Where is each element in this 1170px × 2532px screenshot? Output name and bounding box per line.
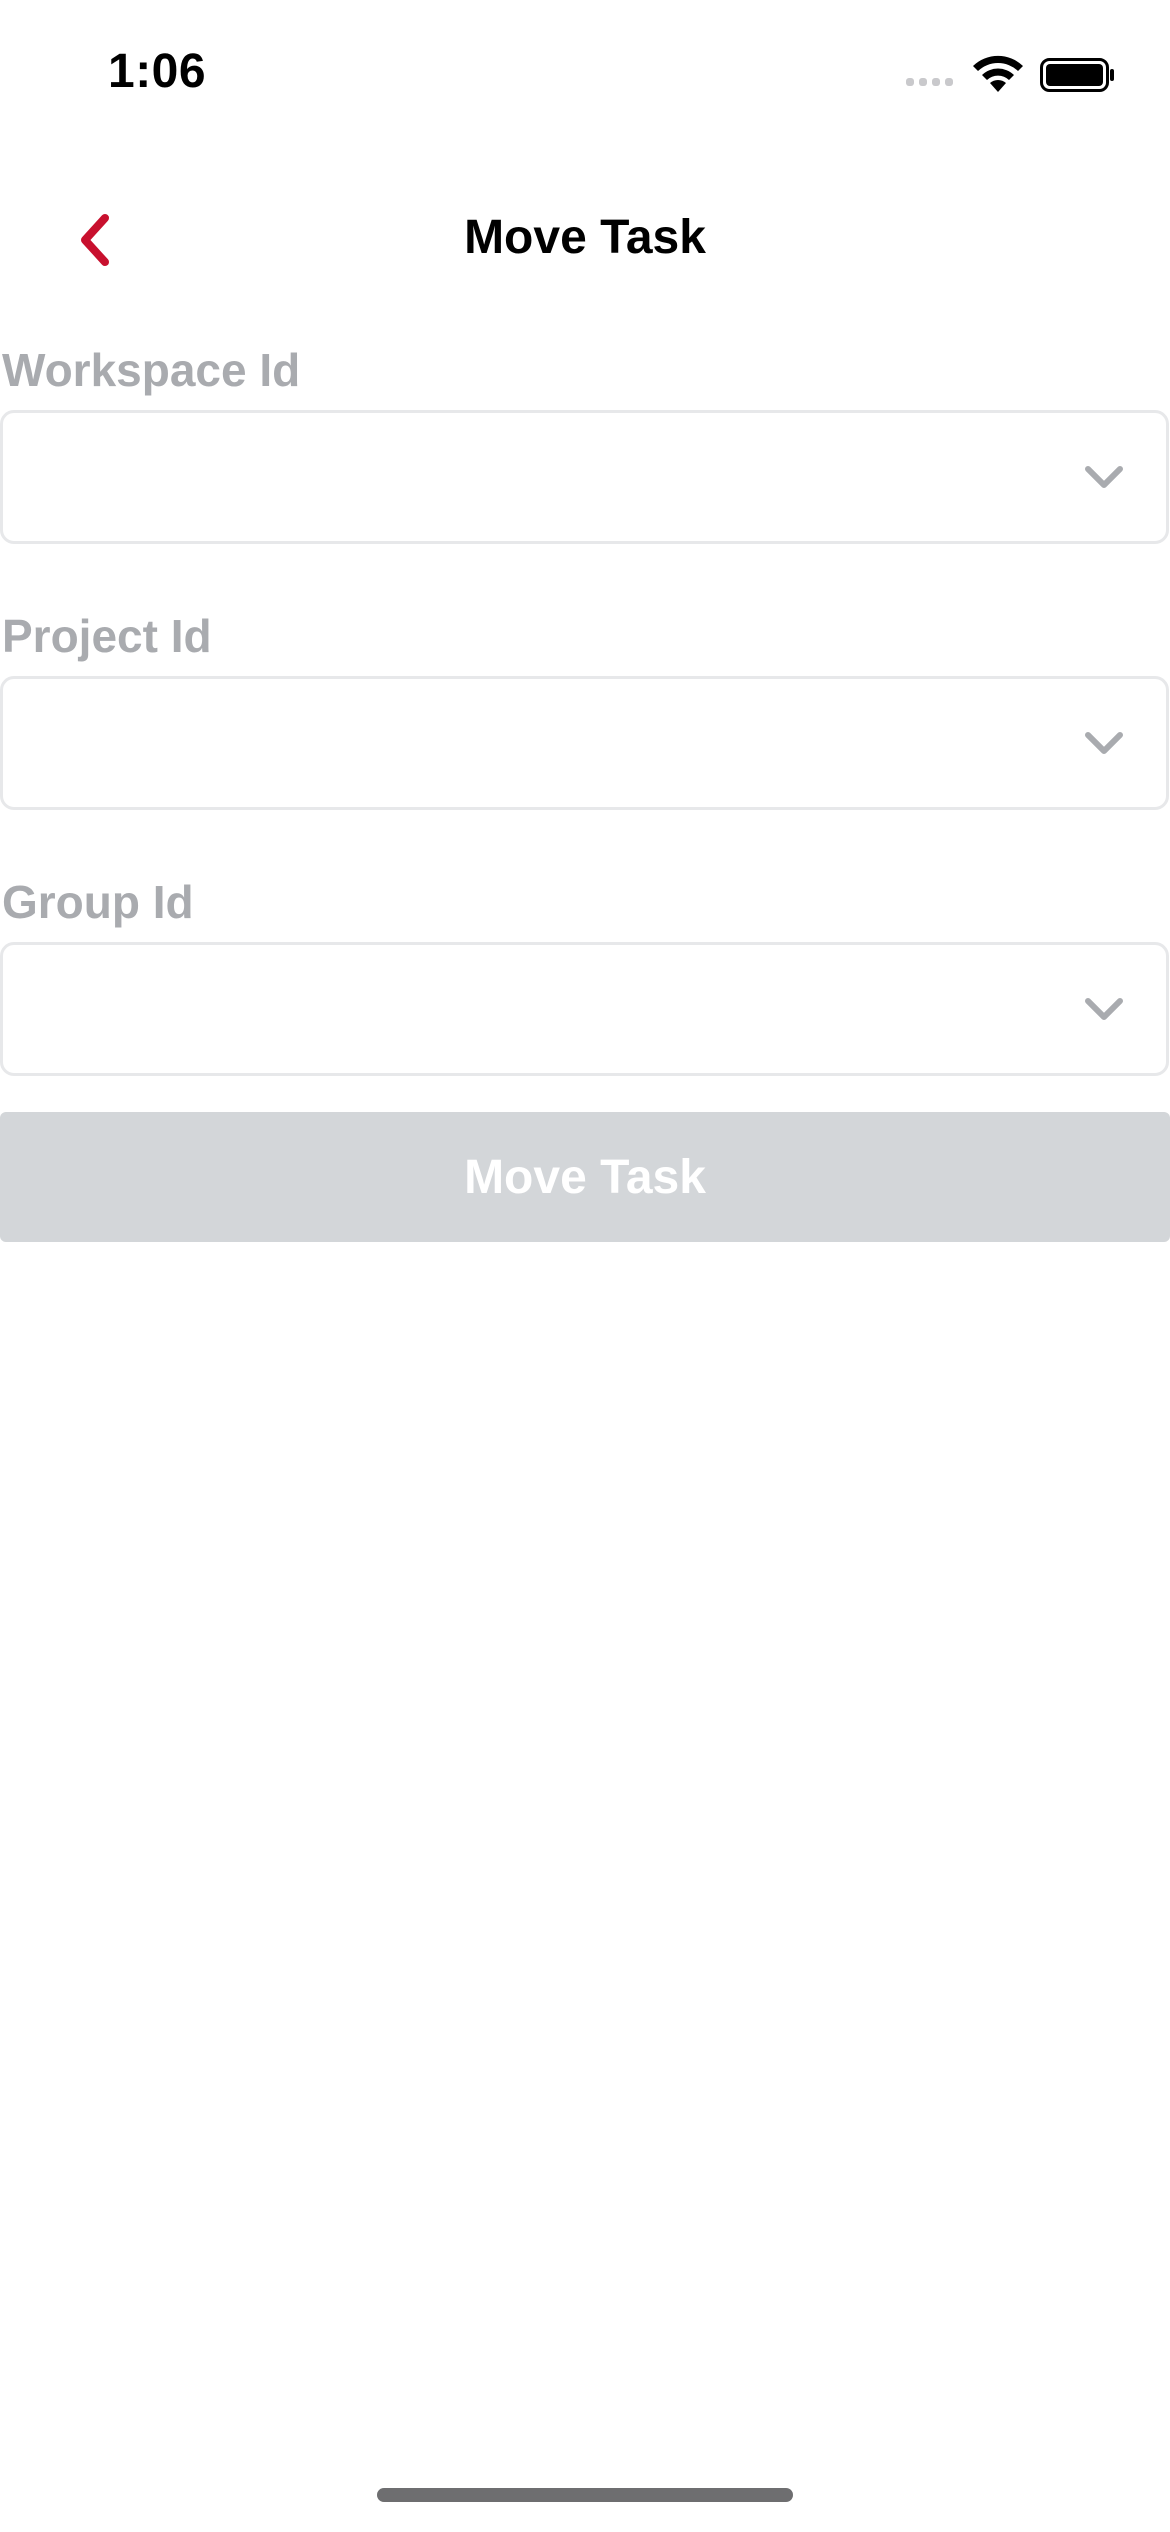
status-time: 1:06 xyxy=(108,45,207,98)
workspace-id-label: Workspace Id xyxy=(2,344,301,396)
wifi-icon xyxy=(973,55,1023,92)
cellular-signal-icon xyxy=(906,78,953,86)
group-id-label: Group Id xyxy=(2,876,194,928)
project-id-field: Project Id xyxy=(0,596,1170,810)
project-id-select[interactable] xyxy=(0,676,1169,810)
project-id-label: Project Id xyxy=(2,610,212,662)
group-id-field: Group Id xyxy=(0,862,1170,1076)
home-indicator[interactable] xyxy=(377,2488,793,2502)
move-task-form: Workspace Id Project Id Group Id Move Ta… xyxy=(0,330,1170,1242)
status-bar: 1:06 xyxy=(0,0,1170,140)
navigation-bar: Move Task xyxy=(0,170,1170,310)
chevron-down-icon xyxy=(1085,466,1123,488)
move-task-button[interactable]: Move Task xyxy=(0,1112,1170,1242)
chevron-down-icon xyxy=(1085,998,1123,1020)
workspace-id-field: Workspace Id xyxy=(0,330,1170,544)
battery-icon xyxy=(1040,58,1114,92)
page-title: Move Task xyxy=(464,211,706,264)
workspace-id-select[interactable] xyxy=(0,410,1169,544)
chevron-down-icon xyxy=(1085,732,1123,754)
group-id-select[interactable] xyxy=(0,942,1169,1076)
